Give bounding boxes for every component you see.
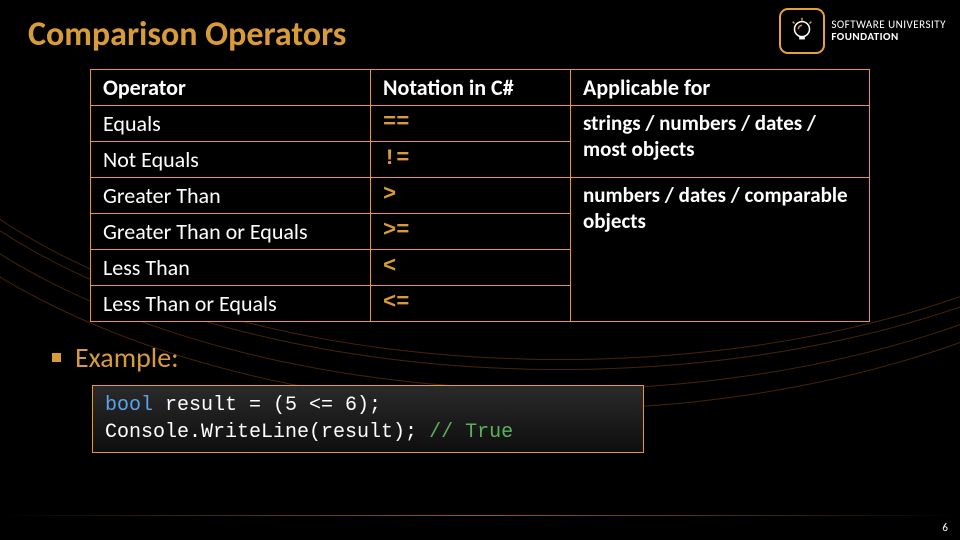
op-notation: == — [371, 106, 571, 142]
decorative-divider — [0, 515, 960, 516]
col-header-applicable: Applicable for — [571, 70, 870, 106]
code-text: Console.WriteLine(result); — [105, 421, 429, 444]
brand-logo: SOFTWARE UNIVERSITY FOUNDATION — [779, 8, 946, 54]
op-name: Not Equals — [91, 142, 371, 178]
col-header-operator: Operator — [91, 70, 371, 106]
logo-text-line2: FOUNDATION — [831, 31, 946, 43]
applicable-group-1: strings / numbers / dates / most objects — [571, 106, 870, 178]
table-header-row: Operator Notation in C# Applicable for — [91, 70, 870, 106]
code-comment: // True — [429, 421, 513, 444]
op-notation: > — [371, 178, 571, 214]
lightbulb-icon — [779, 8, 825, 54]
op-name: Equals — [91, 106, 371, 142]
op-notation: >= — [371, 214, 571, 250]
example-label: Example: — [75, 340, 179, 375]
code-example: bool result = (5 <= 6); Console.WriteLin… — [92, 385, 644, 453]
op-name: Greater Than or Equals — [91, 214, 371, 250]
op-name: Less Than or Equals — [91, 286, 371, 322]
bullet-icon — [52, 353, 61, 362]
code-text: result = (5 <= 6); — [153, 394, 381, 417]
op-name: Less Than — [91, 250, 371, 286]
operators-table: Operator Notation in C# Applicable for E… — [90, 69, 870, 322]
op-notation: != — [371, 142, 571, 178]
example-heading: Example: — [52, 340, 932, 375]
page-number: 6 — [942, 521, 948, 534]
code-keyword: bool — [105, 394, 153, 417]
table-row: Greater Than > numbers / dates / compara… — [91, 178, 870, 214]
op-notation: <= — [371, 286, 571, 322]
applicable-group-2: numbers / dates / comparable objects — [571, 178, 870, 322]
col-header-notation: Notation in C# — [371, 70, 571, 106]
op-name: Greater Than — [91, 178, 371, 214]
table-row: Equals == strings / numbers / dates / mo… — [91, 106, 870, 142]
op-notation: < — [371, 250, 571, 286]
